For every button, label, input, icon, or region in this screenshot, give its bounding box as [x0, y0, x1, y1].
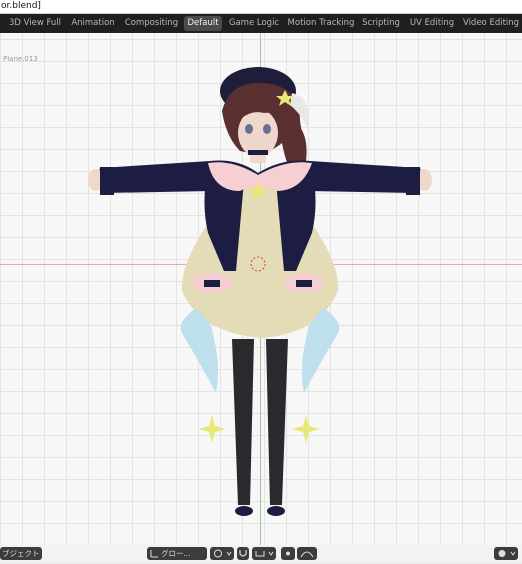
proportional-falloff-dropdown[interactable] [297, 547, 317, 560]
tab-compositing[interactable]: Compositing [124, 16, 179, 31]
right-bow-band [296, 280, 312, 287]
snap-mode-dropdown[interactable] [252, 547, 276, 560]
left-leg [232, 339, 254, 505]
left-bow-band [204, 280, 220, 287]
choker [248, 150, 268, 155]
tab-animation[interactable]: Animation [70, 16, 116, 31]
proportional-edit-icon [286, 551, 290, 556]
tab-motion-tracking[interactable]: Motion Tracking [287, 16, 355, 31]
tab-scripting[interactable]: Scripting [361, 16, 401, 31]
window-titlebar: or.blend] [0, 0, 522, 14]
falloff-curve-icon [300, 551, 314, 558]
pivot-icon [214, 549, 232, 558]
right-leg [266, 339, 288, 505]
right-sparkle [292, 415, 320, 443]
orientation-icon [150, 550, 158, 558]
right-eye [263, 124, 271, 134]
overlay-icon [498, 550, 516, 557]
orientation-label: グロー... [161, 549, 191, 558]
left-shoe [235, 506, 253, 516]
tab-video-editing[interactable]: Video Editing [462, 16, 520, 31]
transform-orientation-dropdown[interactable]: グロー... [147, 547, 207, 560]
tab-game-logic[interactable]: Game Logic [228, 16, 280, 31]
tab-uv-editing[interactable]: UV Editing [409, 16, 455, 31]
right-sleeve [308, 161, 423, 193]
window-title: or.blend] [1, 1, 41, 11]
object-mode-dropdown[interactable]: ブジェクト [0, 547, 42, 560]
workspace-tab-bar: 3D View Full Animation Compositing Defau… [0, 14, 522, 33]
left-sleeve [97, 161, 212, 193]
3d-viewport[interactable]: Plane.013 [0, 33, 522, 545]
snap-toggle[interactable] [237, 547, 249, 560]
tab-default[interactable]: Default [184, 16, 222, 31]
character-model[interactable] [0, 33, 522, 545]
pivot-point-dropdown[interactable] [210, 547, 234, 560]
right-cuff [406, 167, 420, 195]
snap-increment-icon [255, 551, 274, 557]
right-shoe [267, 506, 285, 516]
left-cuff [100, 167, 114, 195]
tab-3d-view-full[interactable]: 3D View Full [8, 16, 62, 31]
overlay-dropdown[interactable] [494, 547, 518, 560]
viewport-header-bar: ブジェクト グロー... [0, 545, 522, 562]
proportional-edit-toggle[interactable] [281, 547, 295, 560]
left-sparkle [198, 415, 226, 443]
magnet-icon [239, 550, 247, 557]
left-eye [245, 124, 253, 134]
